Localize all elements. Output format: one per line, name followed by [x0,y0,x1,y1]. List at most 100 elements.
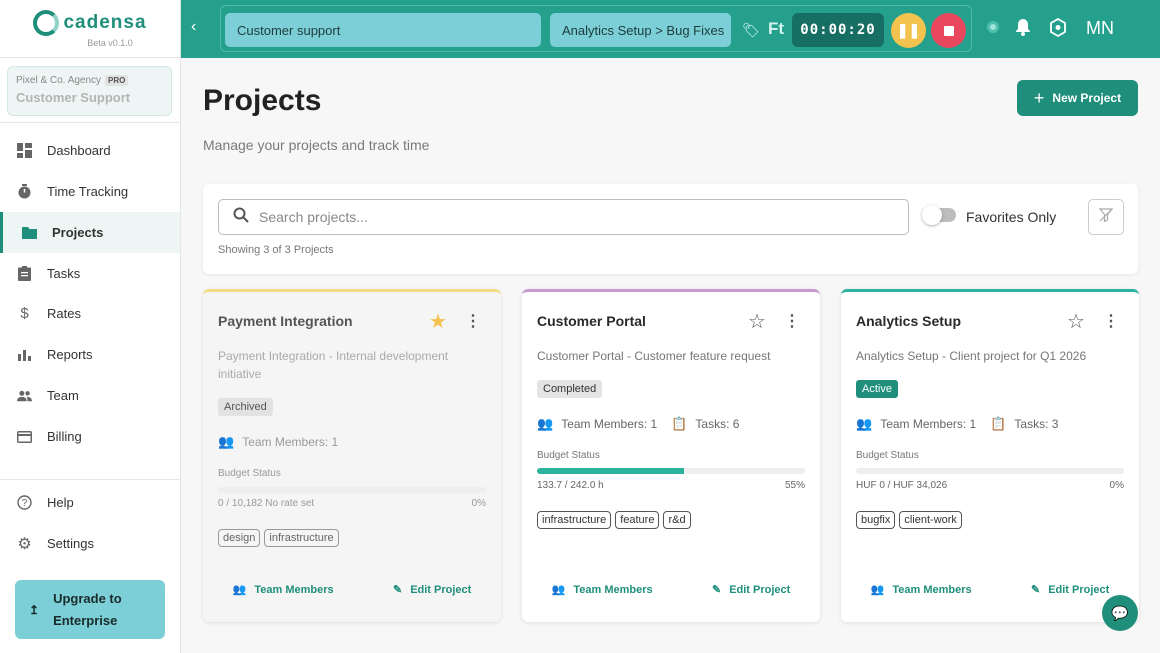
search-input[interactable] [259,209,859,225]
budget-percent: 0% [471,498,486,509]
page-title: Projects [203,84,322,117]
tag-chip[interactable]: design [218,529,261,547]
clear-filter-button[interactable] [1088,199,1124,235]
upgrade-button[interactable]: ↥ Upgrade to Enterprise [15,580,165,639]
pencil-icon: ✎ [392,584,403,596]
tag-chip[interactable]: infrastructure [264,529,339,547]
favorites-toggle[interactable] [922,205,956,225]
new-project-label: New Project [1052,91,1122,105]
search-box[interactable] [218,199,909,235]
tag-chip[interactable]: bugfix [856,511,896,529]
budget-bar [537,468,805,474]
edit-project-button[interactable]: ✎ Edit Project [1031,583,1109,597]
team-members-button[interactable]: 👥 Team Members [232,583,334,597]
sidebar-item-billing[interactable]: Billing [0,416,180,457]
sidebar-item-settings[interactable]: ⚙ Settings [0,523,180,564]
people-icon: 👥 [232,584,247,596]
status-badge: Active [856,380,898,398]
star-outline-icon[interactable]: ☆ [1067,312,1085,332]
pencil-icon: ✎ [711,584,722,596]
sidebar-item-tasks[interactable]: Tasks [0,253,180,294]
sidebar-item-team[interactable]: Team [0,375,180,416]
team-count: Team Members: 1 [561,417,658,431]
project-card[interactable]: Analytics Setup ☆ ⋮ Analytics Setup - Cl… [841,289,1139,622]
star-filled-icon[interactable]: ★ [429,312,447,332]
people-icon [17,388,32,403]
team-members-label: Team Members [254,583,334,596]
tag-chip[interactable]: client-work [899,511,962,529]
timer-icon [17,184,32,199]
org-switcher[interactable]: Pixel & Co. Agency PRO Customer Support [7,66,172,116]
tag-abbrev[interactable]: Ft [768,19,784,39]
edit-project-button[interactable]: ✎ Edit Project [392,583,472,597]
upgrade-label-line2: Enterprise [53,612,118,628]
budget-label: Budget Status [856,450,919,461]
page-subtitle: Manage your projects and track time [203,137,430,153]
star-outline-icon[interactable]: ☆ [748,312,766,332]
filter-off-icon [1098,207,1114,227]
bell-icon[interactable] [1015,18,1031,41]
admin-settings-icon[interactable] [1048,17,1068,43]
tag-icon[interactable]: 🏷 [742,22,760,39]
project-description: Payment Integration - Internal developme… [218,349,449,381]
project-meta: 👥 Team Members: 1 [218,434,338,450]
project-card[interactable]: Customer Portal ☆ ⋮ Customer Portal - Cu… [522,289,820,622]
more-vert-icon[interactable]: ⋮ [784,314,800,330]
help-icon: ? [17,495,32,510]
project-card[interactable]: Payment Integration ★ ⋮ Payment Integrat… [203,289,501,622]
team-members-label: Team Members [892,583,972,596]
dashboard-icon [17,143,32,158]
pause-icon: ❚❚ [896,22,921,38]
chat-feedback-button[interactable]: 💬 [1102,595,1138,631]
project-title: Customer Portal [537,313,646,329]
card-actions: 👥 Team Members ✎ Edit Project [203,583,501,597]
org-name: Customer Support [16,90,131,105]
team-members-button[interactable]: 👥 Team Members [871,583,972,597]
clipboard-icon [17,266,32,281]
search-icon [233,207,249,228]
more-vert-icon[interactable]: ⋮ [465,314,481,330]
budget-label: Budget Status [218,468,281,479]
budget-text: HUF 0 / HUF 34,026 [856,480,948,491]
people-icon: 👥 [551,584,566,596]
client-select[interactable]: Customer support [225,13,541,47]
bar-chart-icon [17,347,32,362]
card-actions: 👥 Team Members ✎ Edit Project [841,583,1139,597]
edit-project-label: Edit Project [410,583,472,596]
filter-panel: Showing 3 of 3 Projects Favorites Only [203,184,1138,274]
chat-icon: 💬 [1111,604,1129,621]
pause-button[interactable]: ❚❚ [891,13,926,48]
chevron-left-icon[interactable]: ‹ [191,18,196,36]
sidebar-item-label: Rates [47,306,81,321]
people-icon: 👥 [537,416,554,431]
budget-percent: 55% [784,480,805,491]
tag-chip[interactable]: r&d [663,511,691,529]
team-members-button[interactable]: 👥 Team Members [551,583,653,597]
user-avatar[interactable]: MN [1086,18,1114,39]
sidebar-item-time-tracking[interactable]: Time Tracking [0,171,180,212]
sidebar-item-rates[interactable]: $ Rates [0,293,180,334]
sidebar-item-projects[interactable]: Projects [0,212,180,253]
stop-button[interactable] [931,13,966,48]
sidebar-item-label: Help [47,495,74,510]
sidebar-item-help[interactable]: ? Help [0,482,180,523]
sidebar-item-dashboard[interactable]: Dashboard [0,130,180,171]
new-project-button[interactable]: + New Project [1017,80,1138,116]
tag-list: design infrastructure [218,529,339,547]
more-vert-icon[interactable]: ⋮ [1103,314,1119,330]
clipboard-icon: 📋 [671,416,688,431]
project-description: Customer Portal - Customer feature reque… [537,349,771,363]
logo[interactable]: cadensa Beta v0.1.0 [0,0,180,58]
tag-list: infrastructure feature r&d [537,511,691,529]
edit-project-button[interactable]: ✎ Edit Project [711,583,790,597]
tag-chip[interactable]: infrastructure [537,511,612,529]
team-count: Team Members: 1 [242,435,339,449]
tag-chip[interactable]: feature [615,511,660,529]
brand-version: Beta v0.1.0 [87,37,133,48]
svg-text:?: ? [22,498,28,509]
agency-name: Pixel & Co. Agency [16,75,102,86]
card-actions: 👥 Team Members ✎ Edit Project [522,583,820,597]
sidebar-item-reports[interactable]: Reports [0,334,180,375]
sidebar-item-label: Team [47,388,79,403]
task-select[interactable]: Analytics Setup > Bug Fixes [550,13,731,47]
